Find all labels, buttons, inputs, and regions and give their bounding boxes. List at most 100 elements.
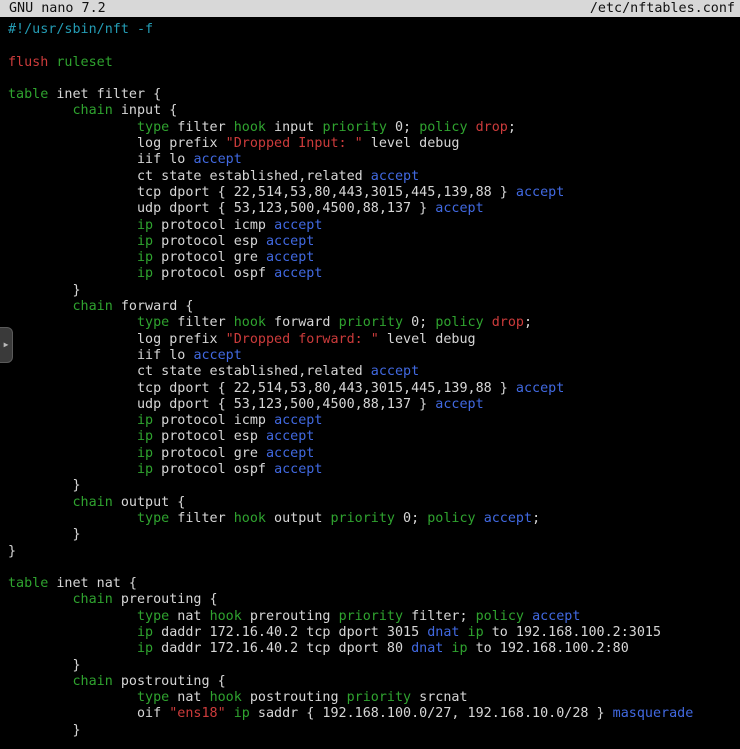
code-token: accept (516, 185, 564, 200)
code-line: tcp dport { 22,514,53,80,443,3015,445,13… (8, 381, 740, 397)
code-token (484, 315, 492, 330)
code-line: type filter hook output priority 0; poli… (8, 511, 740, 527)
code-token: ip (137, 413, 153, 428)
code-token: flush (8, 55, 48, 70)
code-token: nat (169, 609, 209, 624)
code-token: chain (73, 495, 113, 510)
code-line: flush ruleset (8, 55, 740, 71)
code-line: type filter hook forward priority 0; pol… (8, 315, 740, 331)
code-token: type (137, 690, 169, 705)
code-token (8, 495, 73, 510)
code-token: hook (210, 690, 242, 705)
code-line: type nat hook postrouting priority srcna… (8, 690, 740, 706)
nano-version-label: GNU nano 7.2 (9, 0, 106, 17)
code-line: type nat hook prerouting priority filter… (8, 609, 740, 625)
code-token: protocol esp (153, 234, 266, 249)
code-token (8, 641, 137, 656)
code-line: } (8, 527, 740, 543)
code-token: prerouting (242, 609, 339, 624)
code-line: } (8, 658, 740, 674)
code-token: ip (234, 706, 250, 721)
code-token (8, 218, 137, 233)
code-token: ; (532, 511, 540, 526)
file-path-label: /etc/nftables.conf (590, 0, 735, 17)
code-token: protocol gre (153, 446, 266, 461)
code-token: protocol icmp (153, 218, 274, 233)
code-line: ip protocol icmp accept (8, 413, 740, 429)
code-token: hook (234, 315, 266, 330)
code-token: ip (137, 218, 153, 233)
code-token: #!/usr/sbin/nft -f (8, 22, 153, 37)
code-token (459, 625, 467, 640)
code-line: table inet nat { (8, 576, 740, 592)
code-token: filter; (403, 609, 476, 624)
code-token: accept (532, 609, 580, 624)
code-token (8, 690, 137, 705)
code-token: ct state established,related (8, 169, 371, 184)
code-token: tcp dport { 22,514,53,80,443,3015,445,13… (8, 381, 516, 396)
code-token: ip (137, 462, 153, 477)
code-token: } (8, 658, 81, 673)
code-line: ip daddr 172.16.40.2 tcp dport 3015 dnat… (8, 625, 740, 641)
code-token: accept (274, 462, 322, 477)
code-line: ip protocol ospf accept (8, 266, 740, 282)
code-token: iif lo (8, 152, 193, 167)
code-token: protocol gre (153, 250, 266, 265)
code-token: accept (193, 152, 241, 167)
code-token: hook (234, 120, 266, 135)
code-token: ip (137, 250, 153, 265)
code-line: chain forward { (8, 299, 740, 315)
code-token: input { (113, 103, 178, 118)
code-token (8, 446, 137, 461)
code-line: log prefix "Dropped Input: " level debug (8, 136, 740, 152)
code-token: prerouting { (113, 592, 218, 607)
editor-content[interactable]: #!/usr/sbin/nft -f flush ruleset table ine… (0, 17, 740, 749)
code-token: "Dropped Input: " (226, 136, 363, 151)
code-token: chain (73, 592, 113, 607)
code-token: dnat (411, 641, 443, 656)
code-line: ip protocol icmp accept (8, 218, 740, 234)
code-token: daddr 172.16.40.2 tcp dport 3015 (153, 625, 427, 640)
code-token: iif lo (8, 348, 193, 363)
code-token: accept (484, 511, 532, 526)
code-token: ip (451, 641, 467, 656)
code-line: iif lo accept (8, 348, 740, 364)
code-token: 0; (403, 315, 435, 330)
code-token: ip (137, 641, 153, 656)
code-token: type (137, 315, 169, 330)
code-token: protocol icmp (153, 413, 274, 428)
code-line: } (8, 478, 740, 494)
code-token: output (266, 511, 331, 526)
code-token: table (8, 576, 48, 591)
code-token: "ens18" (169, 706, 225, 721)
code-token (8, 625, 137, 640)
code-line: chain output { (8, 495, 740, 511)
code-token: hook (234, 511, 266, 526)
code-token (8, 299, 73, 314)
code-token: "Dropped forward: " (226, 332, 379, 347)
code-token: chain (73, 299, 113, 314)
code-token: ; (524, 315, 532, 330)
code-token: ct state established,related (8, 364, 371, 379)
code-token (524, 609, 532, 624)
code-token: } (8, 723, 81, 738)
code-token: log prefix (8, 332, 226, 347)
sidebar-toggle[interactable]: ▶ (0, 327, 13, 363)
code-token: policy (419, 120, 467, 135)
nano-titlebar: GNU nano 7.2 /etc/nftables.conf (0, 0, 740, 17)
code-token: type (137, 120, 169, 135)
code-token (8, 511, 137, 526)
code-token: accept (266, 250, 314, 265)
code-line: } (8, 723, 740, 739)
code-line (8, 38, 740, 54)
code-token: to 192.168.100.2:3015 (484, 625, 661, 640)
code-token: priority (339, 609, 404, 624)
code-line: ip daddr 172.16.40.2 tcp dport 80 dnat i… (8, 641, 740, 657)
code-token (8, 250, 137, 265)
code-token: hook (210, 609, 242, 624)
code-token: accept (266, 429, 314, 444)
code-token (8, 315, 137, 330)
code-line: type filter hook input priority 0; polic… (8, 120, 740, 136)
code-token (226, 706, 234, 721)
code-token: ruleset (56, 55, 112, 70)
